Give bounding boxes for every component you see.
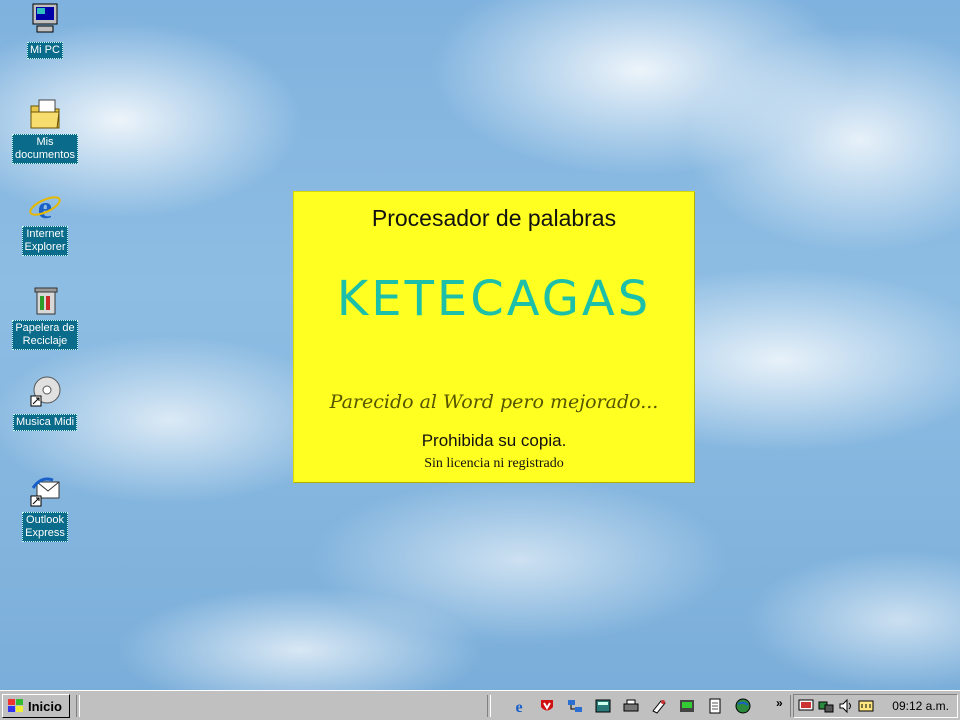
paint-icon[interactable] [650,697,668,715]
desktop-icon-label: Mis documentos [12,134,78,164]
desktop-icon-label: Internet Explorer [21,226,69,256]
outlook-express-icon [30,477,60,507]
splash-tagline: Parecido al Word pero mejorado... [329,391,659,413]
globe-icon[interactable] [734,697,752,715]
printer-icon[interactable] [622,697,640,715]
desktop-icon-my-documents[interactable]: Mis documentos [0,96,90,164]
system-tray: 09:12 a.m. [793,694,958,718]
taskbar: Inicio e » 09:12 a.m. [0,690,960,720]
desktop-icon-musica-midi[interactable]: Musica Midi [0,374,90,431]
splash-title: KETECAGAS [336,271,652,327]
notepad-icon[interactable] [706,697,724,715]
antivirus-icon[interactable] [538,697,556,715]
folder-icon [30,99,60,129]
desktop-icon-my-computer[interactable]: Mi PC [0,2,90,59]
desktop-icon-recycle-bin[interactable]: Papelera de Reciclaje [0,282,90,350]
recycle-bin-icon [34,287,58,315]
desktop-icon-label: Musica Midi [12,414,78,431]
taskbar-separator [487,695,491,717]
start-button[interactable]: Inicio [2,694,70,718]
desktop-icon-internet-explorer[interactable]: e Internet Explorer [0,188,90,256]
desktop-icon-label: Papelera de Reciclaje [12,320,78,350]
splash-subtitle: Procesador de palabras [371,205,617,231]
quick-launch-overflow-icon[interactable]: » [776,696,783,710]
svg-text:e: e [38,189,52,224]
media-icon[interactable] [678,697,696,715]
taskbar-separator [76,695,80,717]
desktop-icon-outlook-express[interactable]: Outlook Express [0,474,90,542]
desktop-icon-label: Outlook Express [22,512,68,542]
calculator-icon[interactable] [594,697,612,715]
network-icon[interactable] [566,697,584,715]
splash-notice: Prohibida su copia. [421,431,567,450]
clock[interactable]: 09:12 a.m. [892,699,949,713]
monitor-icon[interactable] [798,698,814,714]
computer-icon [32,3,58,33]
cd-shortcut-icon [30,376,61,407]
svg-text:e: e [515,699,522,715]
volume-icon[interactable] [838,698,854,714]
internet-explorer-icon[interactable]: e [510,697,528,715]
internet-explorer-icon: e [29,189,61,224]
keyboard-icon[interactable] [858,698,874,714]
windows-logo-icon [8,699,23,712]
network-tray-icon[interactable] [818,698,834,714]
start-label: Inicio [28,698,62,714]
splash-screen: Procesador de palabras KETECAGAS Parecid… [293,191,695,483]
splash-license: Sin licencia ni registrado [424,456,564,471]
desktop-icon-label: Mi PC [27,42,63,59]
